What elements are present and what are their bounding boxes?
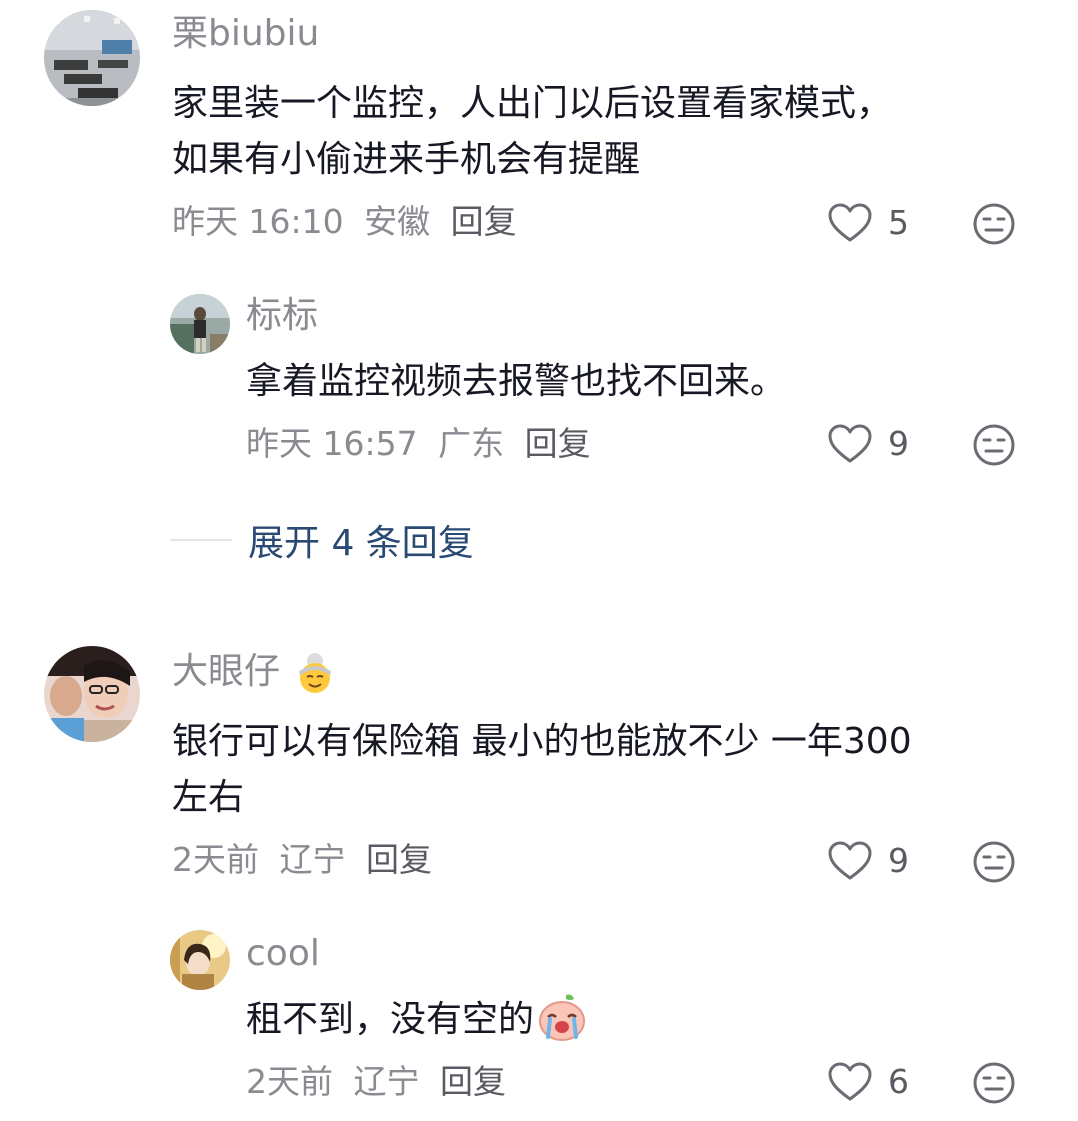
comment-text-line: 左右 (172, 777, 245, 818)
like-button[interactable]: 9 (828, 837, 909, 885)
username[interactable]: cool (246, 932, 320, 976)
comment-meta: 昨天 16:57 广东 回复 (246, 422, 601, 466)
meh-face-icon (973, 203, 1015, 245)
comment-time: 2天前 (172, 840, 259, 879)
like-count: 5 (888, 203, 909, 242)
meh-face-icon (973, 424, 1015, 466)
comment-location: 广东 (438, 424, 505, 463)
comment-meta: 2天前 辽宁 回复 (172, 838, 442, 882)
username-text: 大眼仔 (172, 651, 281, 692)
comment-time: 2天前 (246, 1062, 333, 1101)
avatar[interactable] (170, 294, 230, 354)
reply-text: 拿着监控视频去报警也找不回来。 (246, 361, 787, 402)
comment-location: 安徽 (364, 202, 431, 241)
reply-button[interactable]: 回复 (440, 1062, 506, 1101)
comment-text: 银行可以有保险箱 最小的也能放不少 一年300 左右 (172, 714, 1022, 826)
dislike-button[interactable] (972, 202, 1016, 246)
avatar[interactable] (170, 930, 230, 990)
comment-text-line: 银行可以有保险箱 最小的也能放不少 一年300 (172, 721, 912, 762)
reply-text-content: 租不到，没有空的 (246, 999, 535, 1040)
avatar[interactable] (44, 646, 140, 742)
username[interactable]: 标标 (246, 294, 318, 338)
dislike-button[interactable] (972, 1061, 1016, 1105)
comment-time: 昨天 16:57 (246, 424, 418, 463)
comment-meta: 昨天 16:10 安徽 回复 (172, 200, 527, 244)
comment-text-line: 家里装一个监控，人出门以后设置看家模式， (172, 83, 893, 124)
like-count: 9 (888, 841, 909, 880)
heart-outline-icon (828, 841, 872, 880)
meh-face-icon (973, 1062, 1015, 1104)
heart-outline-icon (828, 1062, 872, 1101)
crying-peach-sticker-icon (539, 994, 586, 1041)
meh-face-icon (973, 841, 1015, 883)
divider (170, 539, 232, 541)
like-button[interactable]: 9 (828, 420, 909, 468)
username[interactable]: 栗biubiu (172, 12, 319, 56)
heart-outline-icon (828, 424, 872, 463)
dislike-button[interactable] (972, 840, 1016, 884)
like-count: 6 (888, 1062, 909, 1101)
comment-time: 昨天 16:10 (172, 202, 344, 241)
avatar[interactable] (44, 10, 140, 106)
comment-location: 辽宁 (279, 840, 346, 879)
like-button[interactable]: 5 (828, 199, 909, 247)
expand-replies-label: 展开 4 条回复 (248, 523, 474, 564)
username[interactable]: 大眼仔 (172, 650, 337, 695)
grandmother-emoji-icon (299, 653, 332, 693)
comment-meta: 2天前 辽宁 回复 (246, 1060, 516, 1104)
expand-replies-button[interactable]: 展开 4 条回复 (170, 512, 474, 568)
comment-text: 家里装一个监控，人出门以后设置看家模式， 如果有小偷进来手机会有提醒 (172, 76, 1022, 188)
reply-button[interactable]: 回复 (451, 202, 517, 241)
reply-button[interactable]: 回复 (366, 840, 432, 879)
heart-outline-icon (828, 203, 872, 242)
dislike-button[interactable] (972, 423, 1016, 467)
reply-button[interactable]: 回复 (525, 424, 591, 463)
comment-location: 辽宁 (353, 1062, 420, 1101)
like-button[interactable]: 6 (828, 1058, 909, 1106)
like-count: 9 (888, 424, 909, 463)
reply-text: 租不到，没有空的 (246, 992, 1026, 1048)
comment-text-line: 如果有小偷进来手机会有提醒 (172, 139, 641, 180)
